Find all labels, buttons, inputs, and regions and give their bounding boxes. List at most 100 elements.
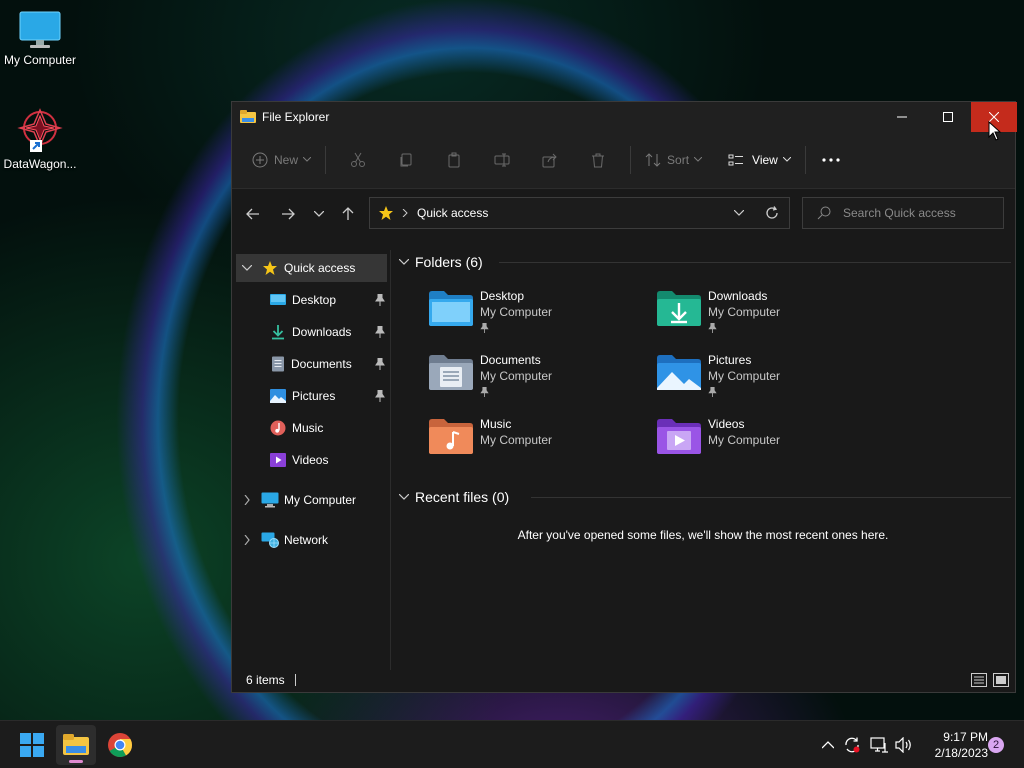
sidebar-item-quick-access[interactable]: Quick access [236, 254, 387, 282]
pin-icon[interactable] [375, 326, 385, 338]
sidebar-item-my-computer[interactable]: My Computer [232, 486, 387, 514]
sidebar-item-network[interactable]: Network [232, 526, 387, 554]
file-explorer-icon [63, 734, 89, 755]
folder-name: Videos [708, 417, 745, 431]
folder-tile-desktop[interactable]: Desktop My Computer [428, 288, 638, 344]
chevron-right-icon [244, 535, 250, 545]
chevron-up-icon[interactable] [822, 741, 834, 749]
cut-icon [351, 152, 366, 167]
desktop-icon-my-computer[interactable]: My Computer [0, 10, 80, 67]
network-status-icon[interactable] [870, 737, 888, 753]
star-icon [263, 261, 277, 275]
chevron-down-icon [782, 157, 791, 162]
taskbar-chrome[interactable] [100, 725, 140, 765]
refresh-icon[interactable] [765, 206, 779, 220]
start-button[interactable] [12, 725, 52, 765]
paste-icon [448, 152, 460, 168]
new-button[interactable]: New [246, 144, 317, 176]
clock-date: 2/18/2023 [934, 746, 988, 760]
pictures-icon [270, 389, 286, 403]
sidebar-item-music[interactable]: Music [232, 414, 387, 442]
status-divider [294, 674, 296, 686]
arrow-up-icon [342, 207, 354, 220]
folder-tile-music[interactable]: Music My Computer [428, 416, 638, 472]
folder-location: My Computer [480, 433, 553, 447]
sidebar-item-label: My Computer [284, 493, 357, 507]
clock[interactable]: 9:17 PM 2/18/2023 [918, 729, 988, 761]
address-location: Quick access [417, 206, 489, 220]
datawagon-app-icon [17, 108, 63, 152]
folder-tile-videos[interactable]: Videos My Computer [656, 416, 866, 472]
more-icon [822, 158, 840, 162]
chevron-down-icon [399, 494, 409, 500]
search-placeholder: Search Quick access [843, 206, 956, 220]
window-title: File Explorer [262, 110, 330, 124]
arrow-right-icon [282, 208, 295, 220]
rename-button[interactable] [478, 144, 526, 176]
desktop-icon-label: My Computer [3, 53, 77, 67]
minimize-icon [897, 116, 907, 118]
sidebar-item-videos[interactable]: Videos [232, 446, 387, 474]
sync-icon[interactable] [843, 736, 861, 754]
folder-location: My Computer [708, 305, 781, 319]
chevron-down-icon [399, 259, 409, 265]
plus-circle-icon [252, 152, 268, 168]
desktop-folder-icon [270, 294, 286, 305]
file-explorer-icon [240, 110, 256, 123]
delete-button[interactable] [574, 144, 622, 176]
folders-group-header[interactable]: Folders (6) [399, 252, 1011, 272]
folder-location: My Computer [480, 369, 553, 383]
folder-location: My Computer [708, 369, 781, 383]
pin-icon[interactable] [375, 390, 385, 402]
sidebar-item-label: Downloads [292, 325, 352, 339]
folder-tile-documents[interactable]: Documents My Computer [428, 352, 638, 408]
search-box[interactable]: Search Quick access [802, 197, 1004, 229]
chevron-down-icon[interactable] [734, 210, 744, 216]
pin-icon[interactable] [375, 358, 385, 370]
desktop-icon-label: DataWagon... [3, 157, 77, 171]
mouse-cursor-icon [988, 121, 1002, 141]
recent-locations-button[interactable] [304, 199, 334, 229]
chevron-right-icon [244, 495, 250, 505]
sidebar-item-pictures[interactable]: Pictures [232, 382, 387, 410]
documents-folder-icon [429, 355, 473, 390]
sort-label: Sort [667, 153, 690, 167]
rename-icon [494, 153, 510, 167]
maximize-button[interactable] [925, 102, 971, 132]
view-button[interactable]: View [722, 144, 797, 176]
desktop-icon-datawagon[interactable]: DataWagon... [0, 106, 80, 171]
minimize-button[interactable] [879, 102, 925, 132]
toolbar-divider [325, 146, 327, 174]
notification-badge[interactable]: 2 [988, 737, 1004, 753]
breadcrumb-chevron-icon [402, 209, 408, 217]
sidebar-item-desktop[interactable]: Desktop [232, 286, 387, 314]
pin-icon[interactable] [375, 294, 385, 306]
address-bar[interactable]: Quick access [369, 197, 790, 229]
folder-tile-pictures[interactable]: Pictures My Computer [656, 352, 866, 408]
pin-icon [480, 322, 489, 333]
star-icon [379, 206, 393, 220]
pin-icon [480, 386, 489, 397]
large-icons-view-icon[interactable] [993, 673, 1009, 687]
chevron-down-icon [303, 157, 312, 162]
up-button[interactable] [333, 199, 363, 229]
volume-icon[interactable] [895, 737, 913, 753]
sidebar-item-documents[interactable]: Documents [232, 350, 387, 378]
monitor-icon [261, 492, 279, 508]
sidebar-item-downloads[interactable]: Downloads [232, 318, 387, 346]
title-bar[interactable]: File Explorer [232, 102, 1017, 132]
taskbar-file-explorer[interactable] [56, 725, 96, 765]
sort-button[interactable]: Sort [639, 144, 708, 176]
cut-button[interactable] [334, 144, 382, 176]
details-view-icon[interactable] [971, 673, 987, 687]
folder-tile-downloads[interactable]: Downloads My Computer [656, 288, 866, 344]
share-button[interactable] [526, 144, 574, 176]
copy-button[interactable] [382, 144, 430, 176]
chevron-down-icon [314, 211, 324, 217]
sidebar-item-label: Music [292, 421, 324, 435]
recent-files-group-header[interactable]: Recent files (0) [399, 487, 1011, 507]
forward-button[interactable] [273, 199, 303, 229]
paste-button[interactable] [430, 144, 478, 176]
more-options-button[interactable] [814, 144, 848, 176]
back-button[interactable] [238, 199, 268, 229]
